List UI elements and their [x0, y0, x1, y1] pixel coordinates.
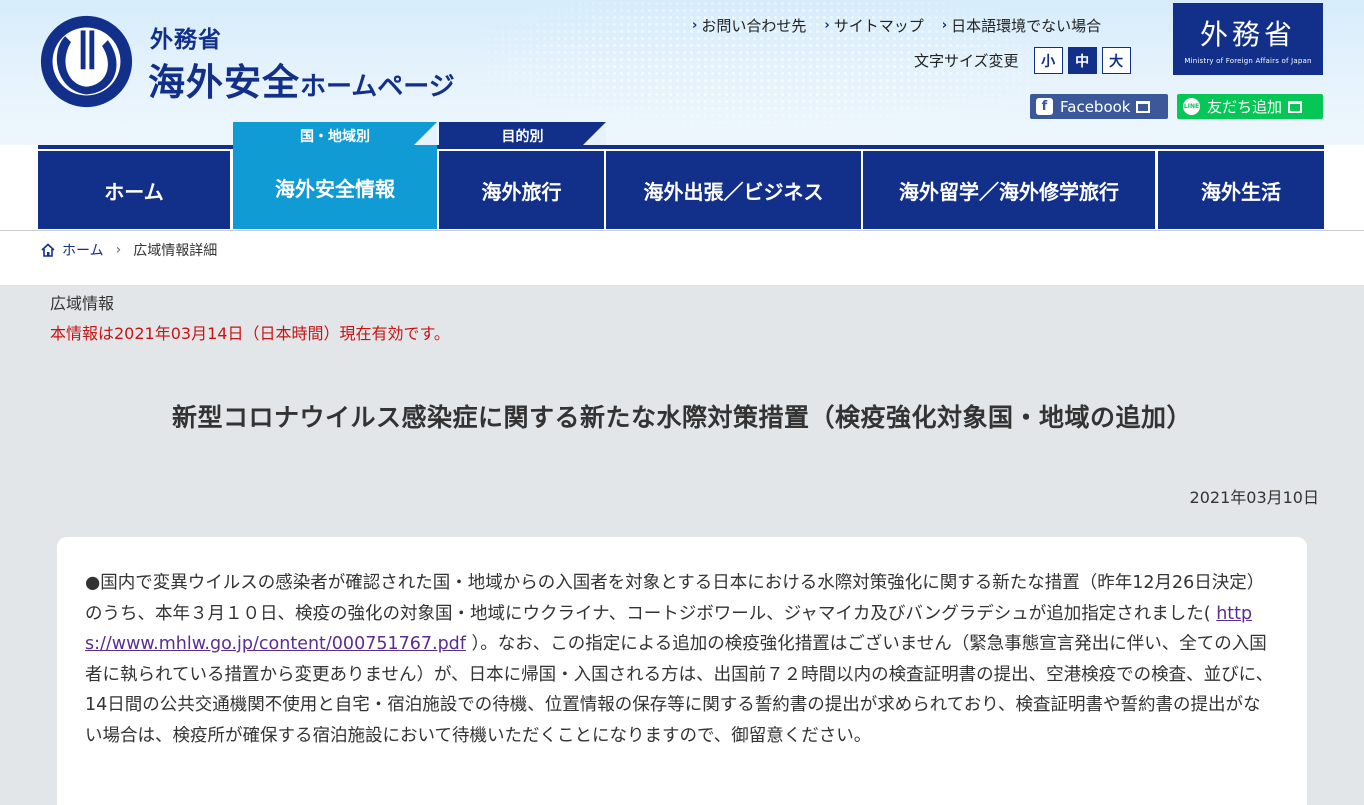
contact-link[interactable]: › お問い合わせ先: [692, 15, 806, 36]
home-icon: [41, 243, 55, 257]
mofa-logo[interactable]: 外務省 Ministry of Foreign Affairs of Japan: [1173, 3, 1323, 75]
breadcrumb-separator-icon: ›: [115, 242, 122, 258]
site-name-main: 海外安全: [148, 61, 300, 104]
breadcrumb-home-link[interactable]: ホーム: [62, 240, 104, 260]
site-name-suffix: ホームページ: [300, 72, 455, 102]
non-japanese-env-link-label: 日本語環境でない場合: [951, 17, 1102, 35]
article-body-text-1: ●国内で変異ウイルスの感染者が確認された国・地域からの入国者を対象とする日本にお…: [85, 573, 1265, 624]
nav-item-study-abroad[interactable]: 海外留学／海外修学旅行: [863, 151, 1155, 229]
main-content: 広域情報 本情報は2021年03月14日（日本時間）現在有効です。 新型コロナウ…: [0, 285, 1364, 805]
facebook-icon: f: [1036, 98, 1053, 115]
site-header: 外務省 海外安全ホームページ › お問い合わせ先 › サイトマップ › 日本語環境でな…: [0, 0, 1364, 150]
site-logo-icon[interactable]: [38, 13, 135, 110]
line-icon: LINE: [1183, 98, 1200, 115]
utility-links: › お問い合わせ先 › サイトマップ › 日本語環境でない場合: [692, 15, 1101, 36]
line-label: 友だち追加: [1207, 98, 1283, 116]
font-size-small-button[interactable]: 小: [1033, 47, 1063, 74]
sitemap-link[interactable]: › サイトマップ: [824, 15, 923, 36]
chevron-right-icon: ›: [692, 18, 698, 33]
page-title: 新型コロナウイルス感染症に関する新たな水際対策措置（検疫強化対象国・地域の追加）: [171, 403, 1192, 432]
main-nav: ホーム 海外安全情報 海外旅行 海外出張／ビジネス 海外留学／海外修学旅行 海外…: [0, 145, 1364, 229]
nav-item-living-abroad[interactable]: 海外生活: [1158, 151, 1324, 229]
nav-item-travel[interactable]: 海外旅行: [439, 151, 604, 229]
font-size-switcher: 文字サイズ変更 小 中 大: [914, 47, 1131, 74]
nav-item-home[interactable]: ホーム: [38, 151, 230, 229]
facebook-label: Facebook: [1060, 97, 1131, 116]
info-kind-label: 広域情報: [50, 294, 115, 313]
chevron-right-icon: ›: [941, 18, 948, 33]
site-name[interactable]: 海外安全ホームページ: [148, 52, 455, 106]
non-japanese-env-link[interactable]: › 日本語環境でない場合: [942, 15, 1101, 36]
publish-date: 2021年03月10日: [1189, 488, 1319, 507]
breadcrumb-current: 広域情報詳細: [133, 243, 218, 259]
facebook-button[interactable]: f Facebook: [1030, 94, 1168, 119]
divider: [0, 230, 1364, 231]
nav-top-border: [38, 145, 1324, 149]
external-window-icon: [1288, 100, 1303, 113]
contact-link-label: お問い合わせ先: [701, 17, 807, 35]
external-window-icon: [1136, 100, 1151, 113]
breadcrumb: ホーム › 広域情報詳細: [40, 240, 217, 260]
font-size-medium-button[interactable]: 中: [1067, 47, 1097, 74]
mofa-logo-jp: 外務省: [1199, 18, 1296, 51]
article-body: ●国内で変異ウイルスの感染者が確認された国・地域からの入国者を対象とする日本にお…: [85, 568, 1277, 751]
validity-notice: 本情報は2021年03月14日（日本時間）現在有効です。: [50, 324, 450, 343]
nav-item-safety-info[interactable]: 海外安全情報: [233, 145, 437, 229]
mofa-logo-en: Ministry of Foreign Affairs of Japan: [1184, 57, 1312, 65]
font-size-large-button[interactable]: 大: [1101, 47, 1131, 74]
font-size-label: 文字サイズ変更: [914, 52, 1019, 70]
line-add-friend-button[interactable]: LINE 友だち追加: [1177, 94, 1323, 119]
sitemap-link-label: サイトマップ: [833, 17, 924, 35]
org-name[interactable]: 外務省: [150, 20, 222, 54]
chevron-right-icon: ›: [824, 18, 830, 33]
article-body-card: ●国内で変異ウイルスの感染者が確認された国・地域からの入国者を対象とする日本にお…: [57, 537, 1307, 805]
nav-item-business[interactable]: 海外出張／ビジネス: [606, 151, 861, 229]
